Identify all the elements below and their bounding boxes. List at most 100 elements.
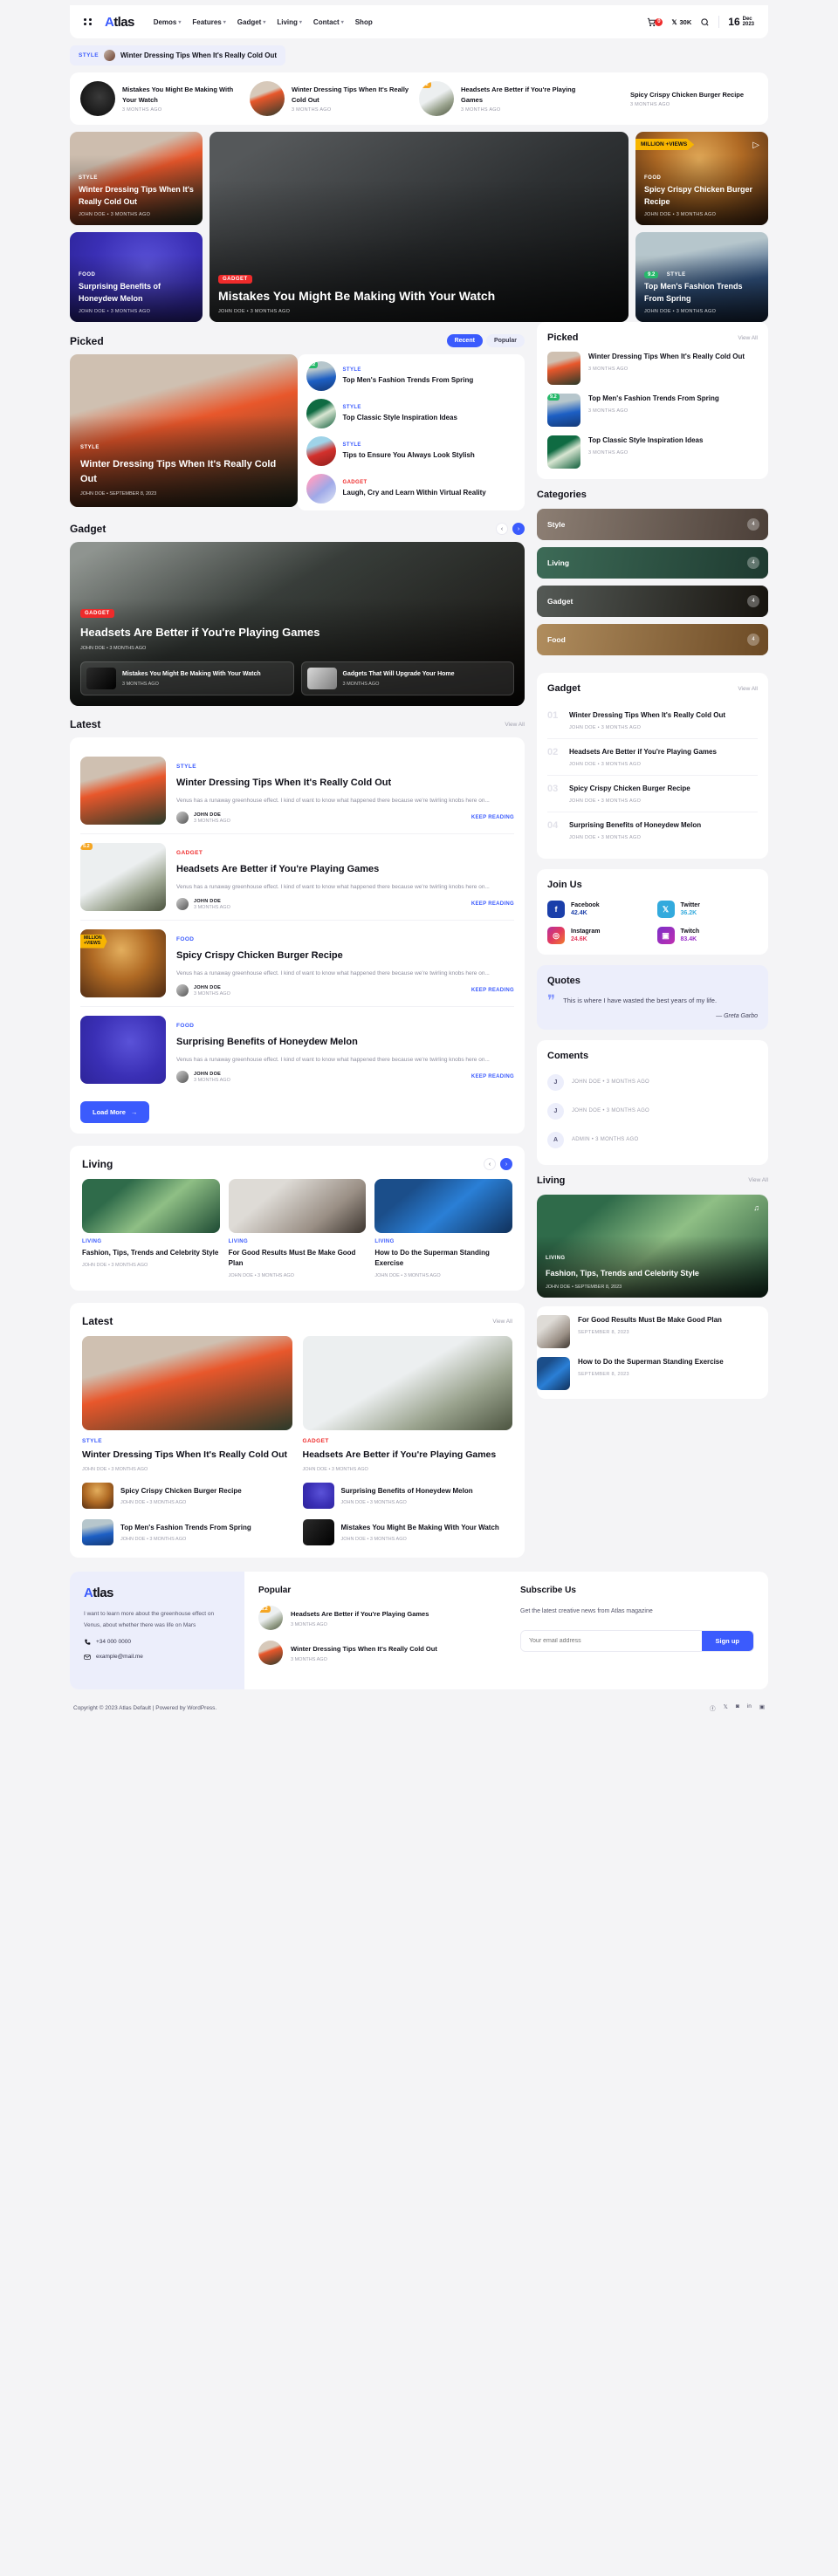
linkedin-icon[interactable]: in	[747, 1703, 752, 1712]
latest-bottom-small[interactable]: Mistakes You Might Be Making With Your W…	[302, 1519, 513, 1546]
living-card[interactable]: LIVING How to Do the Superman Standing E…	[374, 1179, 512, 1278]
category-row-living[interactable]: Living 4	[537, 547, 768, 579]
latest-bottom-card-big[interactable]: STYLE Winter Dressing Tips When It's Rea…	[82, 1336, 292, 1472]
category-row-food[interactable]: Food 4	[537, 624, 768, 655]
comment-row[interactable]: A ADMIN • 3 MONTHS AGO	[547, 1126, 758, 1154]
nav-item-living[interactable]: Living ▾	[277, 18, 302, 26]
numbered-item[interactable]: 02 Headsets Are Better if You're Playing…	[547, 738, 758, 775]
footer-logo[interactable]: Atlas	[84, 1586, 230, 1600]
picked-list-item[interactable]: GADGET Laugh, Cry and Learn Within Virtu…	[306, 474, 517, 504]
sidebar-picked-item[interactable]: Top Classic Style Inspiration Ideas 3 MO…	[547, 435, 758, 469]
picked-featured-card[interactable]: STYLE Winter Dressing Tips When It's Rea…	[70, 354, 298, 507]
gadget-feature-card[interactable]: GADGET Headsets Are Better if You're Pla…	[70, 542, 525, 706]
small-meta: JOHN DOE • 3 MONTHS AGO	[120, 1500, 187, 1506]
twitter-x-icon[interactable]: 𝕏	[724, 1703, 728, 1712]
site-logo[interactable]: Atlas	[105, 15, 134, 30]
footer-popular-item[interactable]: Winter Dressing Tips When It's Really Co…	[258, 1641, 492, 1666]
load-more-button[interactable]: Load More →	[80, 1101, 150, 1123]
keep-reading-link[interactable]: KEEP READING	[471, 1074, 514, 1079]
nav-item-contact[interactable]: Contact ▾	[313, 18, 344, 26]
hero-card-melon[interactable]: FOOD Surprising Benefits of Honeydew Mel…	[70, 232, 203, 322]
carousel-prev-button[interactable]: ‹	[496, 523, 508, 535]
grid-menu-icon[interactable]	[84, 18, 93, 25]
quote-text: This is where I have wasted the best yea…	[563, 997, 718, 1004]
social-instagram[interactable]: ◎ Instagram 24.6K	[547, 927, 649, 944]
latest-row[interactable]: FOOD Surprising Benefits of Honeydew Mel…	[80, 1006, 514, 1093]
social-twitter[interactable]: 𝕏 Twitter 36.2K	[656, 901, 759, 918]
sidebar-living-feature[interactable]: ♫ LIVING Fashion, Tips, Trends and Celeb…	[537, 1194, 768, 1298]
sidebar-picked-item[interactable]: 9.2 Top Men's Fashion Trends From Spring…	[547, 394, 758, 427]
avatar	[176, 898, 189, 911]
latest-title: Winter Dressing Tips When It's Really Co…	[176, 778, 392, 788]
hero-card-burger[interactable]: MILLION +VIEWS ▷ FOOD Spicy Crispy Chick…	[635, 132, 768, 225]
social-twitch[interactable]: ▣ Twitch 83.4K	[656, 927, 759, 944]
sidebar-living-item[interactable]: How to Do the Superman Standing Exercise…	[537, 1356, 768, 1390]
latest-view-all[interactable]: View All	[505, 722, 525, 728]
picked-list-item[interactable]: 9.2 STYLE Top Men's Fashion Trends From …	[306, 361, 517, 391]
carousel-prev-button[interactable]: ‹	[484, 1158, 496, 1170]
gadget-subcard[interactable]: Mistakes You Might Be Making With Your W…	[80, 661, 294, 695]
category-row-style[interactable]: Style 4	[537, 509, 768, 540]
sidebar-living-view-all[interactable]: View All	[748, 1177, 768, 1183]
top-story-item[interactable]: Mistakes You Might Be Making With Your W…	[80, 81, 250, 116]
hero-card-watch[interactable]: GADGET Mistakes You Might Be Making With…	[210, 132, 628, 322]
keep-reading-link[interactable]: KEEP READING	[471, 988, 514, 993]
site-footer: Atlas I want to learn more about the gre…	[70, 1572, 768, 1690]
nav-item-features[interactable]: Features ▾	[192, 18, 225, 26]
picked-list-item[interactable]: STYLE Top Classic Style Inspiration Idea…	[306, 399, 517, 428]
tab-popular[interactable]: Popular	[485, 334, 525, 347]
numbered-item[interactable]: 04 Surprising Benefits of Honeydew Melon…	[547, 812, 758, 848]
numbered-item[interactable]: 03 Spicy Crispy Chicken Burger Recipe JO…	[547, 775, 758, 812]
living-card[interactable]: LIVING For Good Results Must Be Make Goo…	[228, 1179, 367, 1278]
latest-bottom-small[interactable]: Top Men's Fashion Trends From Spring JOH…	[82, 1519, 292, 1546]
footer-email[interactable]: example@mail.me	[84, 1654, 230, 1661]
facebook-icon[interactable]: ⓕ	[710, 1703, 716, 1712]
latest-bottom-view-all[interactable]: View All	[492, 1319, 512, 1325]
hero-left-column: STYLE Winter Dressing Tips When It's Rea…	[70, 132, 203, 322]
sidebar-picked-item[interactable]: Winter Dressing Tips When It's Really Co…	[547, 352, 758, 385]
comment-row[interactable]: J JOHN DOE • 3 MONTHS AGO	[547, 1068, 758, 1097]
numbered-item[interactable]: 01 Winter Dressing Tips When It's Really…	[547, 702, 758, 738]
footer-popular-item[interactable]: 5.2 Headsets Are Better if You're Playin…	[258, 1606, 492, 1631]
search-icon[interactable]	[700, 17, 710, 27]
latest-heading: Latest	[70, 718, 101, 730]
hero-card-winter[interactable]: STYLE Winter Dressing Tips When It's Rea…	[70, 132, 203, 225]
latest-row[interactable]: MILLION +VIEWS FOOD Spicy Crispy Chicken …	[80, 920, 514, 1006]
picked-list-item[interactable]: STYLE Tips to Ensure You Always Look Sty…	[306, 436, 517, 466]
play-icon[interactable]: ▷	[752, 140, 759, 150]
keep-reading-link[interactable]: KEEP READING	[471, 815, 514, 820]
sidebar-picked-view-all[interactable]: View All	[738, 335, 758, 341]
keep-reading-link[interactable]: KEEP READING	[471, 901, 514, 907]
sidebar-living-item[interactable]: For Good Results Must Be Make Good Plan …	[537, 1314, 768, 1348]
gadget-subcard[interactable]: Gadgets That Will Upgrade Your Home 3 MO…	[300, 661, 514, 695]
top-story-item[interactable]: Spicy Crispy Chicken Burger Recipe 3 MON…	[588, 81, 758, 116]
email-input[interactable]	[521, 1630, 702, 1651]
sidebar-gadget-view-all[interactable]: View All	[738, 686, 758, 692]
comment-row[interactable]: J JOHN DOE • 3 MONTHS AGO	[547, 1097, 758, 1126]
latest-row[interactable]: STYLE Winter Dressing Tips When It's Rea…	[80, 748, 514, 833]
hero-card-fashion[interactable]: 9.2 STYLE Top Men's Fashion Trends From …	[635, 232, 768, 322]
sidebar: Picked View All Winter Dressing Tips Whe…	[537, 322, 768, 1399]
signup-button[interactable]: Sign up	[701, 1630, 753, 1651]
footer-phone[interactable]: +34 000 0000	[84, 1639, 230, 1646]
latest-bottom-small[interactable]: Spicy Crispy Chicken Burger Recipe JOHN …	[82, 1483, 292, 1510]
ticker-bar[interactable]: STYLE Winter Dressing Tips When It's Rea…	[70, 45, 285, 65]
tab-recent[interactable]: Recent	[446, 334, 483, 347]
top-story-item[interactable]: Winter Dressing Tips When It's Really Co…	[250, 81, 419, 116]
living-card[interactable]: LIVING Fashion, Tips, Trends and Celebri…	[82, 1179, 220, 1278]
nav-item-gadget[interactable]: Gadget ▾	[237, 18, 266, 26]
latest-bottom-card-big[interactable]: GADGET Headsets Are Better if You're Pla…	[302, 1336, 512, 1472]
social-facebook[interactable]: f Facebook 42.4K	[547, 901, 649, 918]
latest-row[interactable]: 5.2 GADGET Headsets Are Better if You're…	[80, 833, 514, 920]
latest-bottom-small[interactable]: Surprising Benefits of Honeydew Melon JO…	[302, 1483, 513, 1510]
nav-item-demos[interactable]: Demos ▾	[154, 18, 182, 26]
carousel-next-button[interactable]: ›	[500, 1158, 512, 1170]
category-row-gadget[interactable]: Gadget 4	[537, 586, 768, 617]
cart-button[interactable]: 0	[647, 17, 663, 27]
x-followers[interactable]: 𝕏 30K	[671, 18, 691, 26]
carousel-next-button[interactable]: ›	[512, 523, 525, 535]
twitch-icon[interactable]: ▣	[759, 1703, 765, 1712]
nav-item-shop[interactable]: Shop	[355, 18, 373, 26]
instagram-icon[interactable]: ◙	[736, 1703, 739, 1712]
top-story-item[interactable]: 5.2 Headsets Are Better if You're Playin…	[419, 81, 588, 116]
